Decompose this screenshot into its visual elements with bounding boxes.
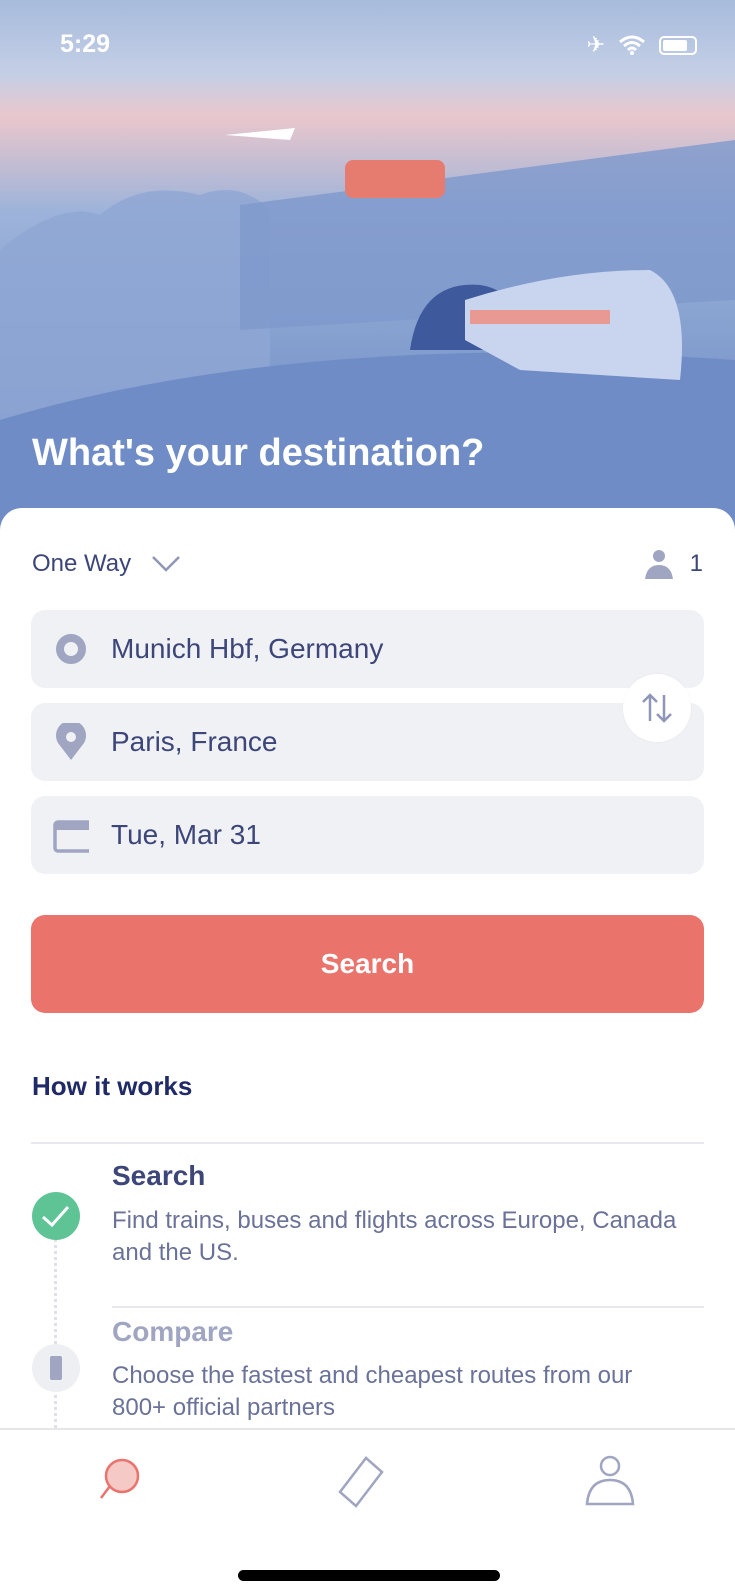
battery-icon <box>659 35 697 55</box>
ticket-step-icon <box>32 1344 80 1392</box>
search-card: One Way 1 Munich Hbf, Germany Paris, Fra… <box>0 508 735 1428</box>
origin-circle-icon <box>53 631 89 667</box>
timeline-line <box>54 1228 57 1428</box>
destination-field[interactable]: Paris, France <box>31 703 704 781</box>
search-button[interactable]: Search <box>31 915 704 1013</box>
swap-arrows-icon <box>642 693 672 723</box>
tickets-tab-icon[interactable] <box>336 1452 396 1512</box>
check-circle-icon <box>32 1192 80 1240</box>
home-indicator[interactable] <box>238 1570 500 1581</box>
status-time: 5:29 <box>60 30 111 58</box>
origin-field[interactable]: Munich Hbf, Germany <box>31 610 704 688</box>
person-icon <box>644 550 673 579</box>
how-it-works-heading: How it works <box>32 1071 193 1101</box>
hero-title: What's your destination? <box>32 432 485 474</box>
tab-bar <box>0 1428 735 1592</box>
date-value: Tue, Mar 31 <box>111 819 261 850</box>
map-pin-icon <box>53 723 89 760</box>
divider <box>31 1142 704 1144</box>
calendar-icon <box>53 817 89 853</box>
origin-value: Munich Hbf, Germany <box>111 633 384 664</box>
step-description: Choose the fastest and cheapest routes f… <box>112 1362 633 1421</box>
wifi-icon <box>619 35 645 55</box>
divider <box>112 1306 704 1308</box>
step-description: Find trains, buses and flights across Eu… <box>112 1207 677 1266</box>
destination-value: Paris, France <box>111 726 278 757</box>
search-tab-icon[interactable] <box>98 1452 158 1512</box>
step-title: Search <box>112 1160 206 1191</box>
passenger-selector[interactable]: 1 <box>644 548 703 580</box>
trip-type-label: One Way <box>32 550 132 577</box>
passenger-count: 1 <box>689 550 703 577</box>
airplane-mode-icon: ✈ <box>586 32 605 57</box>
hero-illustration: 5:29 ✈ What's your destination? <box>0 0 735 530</box>
step-title: Compare <box>112 1316 234 1347</box>
trip-type-dropdown[interactable]: One Way <box>32 550 181 578</box>
date-field[interactable]: Tue, Mar 31 <box>31 796 704 874</box>
swap-stations-button[interactable] <box>623 674 691 742</box>
chevron-down-icon <box>152 556 181 572</box>
profile-tab-icon[interactable] <box>580 1452 640 1512</box>
